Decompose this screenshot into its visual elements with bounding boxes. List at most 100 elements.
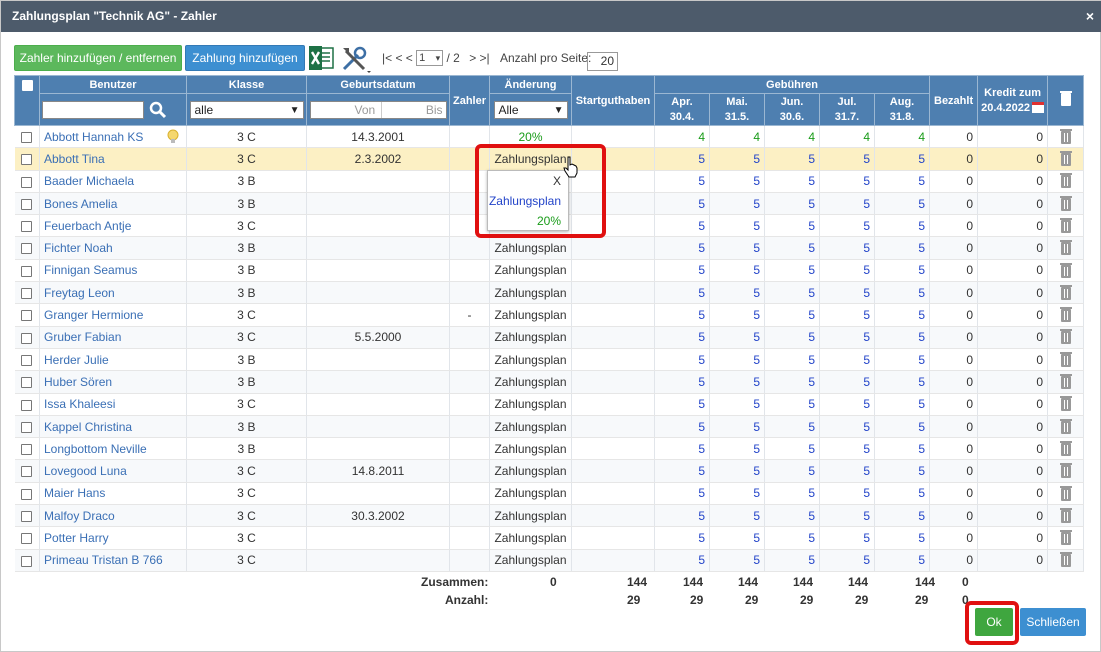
fee-cell[interactable]: 5 bbox=[819, 147, 875, 171]
fee-cell[interactable]: 5 bbox=[874, 192, 931, 216]
fee-cell[interactable]: 5 bbox=[874, 348, 931, 372]
row-checkbox[interactable] bbox=[21, 265, 33, 277]
search-icon[interactable] bbox=[149, 101, 167, 119]
trash-icon[interactable] bbox=[1059, 507, 1072, 523]
fee-cell[interactable]: 4 bbox=[709, 125, 765, 149]
select-all-checkbox[interactable] bbox=[21, 80, 33, 91]
row-checkbox[interactable] bbox=[21, 488, 33, 500]
fee-cell[interactable]: 5 bbox=[764, 192, 820, 216]
aenderung-cell[interactable]: Zahlungsplan bbox=[489, 393, 572, 416]
fee-cell[interactable]: 5 bbox=[874, 147, 931, 171]
fee-cell[interactable]: 5 bbox=[874, 326, 931, 349]
table-row[interactable]: Fichter Noah 3 B Zahlungsplan 5 5 5 5 5 0 0 bbox=[14, 236, 1085, 260]
fee-cell[interactable]: 5 bbox=[874, 370, 931, 394]
fee-cell[interactable]: 5 bbox=[819, 259, 875, 283]
table-row[interactable]: Malfoy Draco 3 C 30.3.2002 Zahlungsplan 5 5 5 5… bbox=[14, 504, 1085, 528]
fee-cell[interactable]: 4 bbox=[874, 125, 931, 149]
table-row[interactable]: Freytag Leon 3 B Zahlungsplan 5 5 5 5 5 0 0 bbox=[14, 281, 1085, 305]
row-checkbox[interactable] bbox=[21, 533, 33, 545]
col-kredit[interactable]: Kredit zum 20.4.2022 bbox=[977, 75, 1049, 126]
fee-cell[interactable]: 5 bbox=[819, 326, 875, 349]
fee-cell[interactable]: 5 bbox=[874, 236, 931, 260]
fee-cell[interactable]: 5 bbox=[819, 370, 875, 394]
fee-cell[interactable]: 5 bbox=[764, 415, 820, 439]
fee-cell[interactable]: 5 bbox=[764, 147, 820, 171]
trash-icon[interactable] bbox=[1059, 151, 1072, 167]
table-row[interactable]: Gruber Fabian 3 C 5.5.2000 Zahlungsplan 5 5 5 5… bbox=[14, 326, 1085, 349]
user-name-link[interactable]: Huber Sören bbox=[39, 370, 187, 394]
fee-cell[interactable]: 5 bbox=[764, 437, 820, 461]
fee-cell[interactable]: 5 bbox=[764, 482, 820, 506]
aenderung-cell[interactable]: Zahlungsplan bbox=[489, 526, 572, 550]
fee-cell[interactable]: 5 bbox=[654, 348, 710, 372]
fee-cell[interactable]: 5 bbox=[764, 459, 820, 483]
fee-cell[interactable]: 5 bbox=[764, 281, 820, 305]
aenderung-cell[interactable]: Zahlungsplan bbox=[489, 236, 572, 260]
fee-cell[interactable]: 5 bbox=[654, 192, 710, 216]
fee-cell[interactable]: 5 bbox=[874, 526, 931, 550]
trash-icon[interactable] bbox=[1059, 440, 1072, 456]
fee-cell[interactable]: 5 bbox=[709, 415, 765, 439]
fee-cell[interactable]: 5 bbox=[709, 147, 765, 171]
fee-cell[interactable]: 5 bbox=[709, 370, 765, 394]
fee-cell[interactable]: 5 bbox=[709, 482, 765, 506]
aenderung-cell[interactable]: Zahlungsplan bbox=[489, 504, 572, 528]
user-name-link[interactable]: Primeau Tristan B 766 bbox=[39, 549, 187, 572]
fee-cell[interactable]: 5 bbox=[654, 303, 710, 327]
aenderung-cell[interactable]: Zahlungsplan bbox=[489, 259, 572, 283]
add-payment-button[interactable]: Zahlung hinzufügen bbox=[185, 45, 305, 71]
trash-icon[interactable] bbox=[1059, 218, 1072, 233]
fee-cell[interactable]: 5 bbox=[709, 170, 765, 193]
fee-cell[interactable]: 5 bbox=[709, 459, 765, 483]
fee-cell[interactable]: 5 bbox=[874, 415, 931, 439]
fee-cell[interactable]: 5 bbox=[654, 236, 710, 260]
user-name-link[interactable]: Fichter Noah bbox=[39, 236, 187, 260]
fee-cell[interactable]: 5 bbox=[654, 482, 710, 506]
table-row[interactable]: Longbottom Neville 3 B Zahlungsplan 5 5 5 5 5 0 0 bbox=[14, 437, 1085, 461]
trash-icon[interactable] bbox=[1059, 307, 1072, 323]
fee-cell[interactable]: 5 bbox=[764, 370, 820, 394]
user-name-link[interactable]: Freytag Leon bbox=[39, 281, 187, 305]
row-checkbox[interactable] bbox=[21, 377, 33, 389]
fee-cell[interactable]: 5 bbox=[764, 236, 820, 260]
fee-cell[interactable]: 5 bbox=[874, 504, 931, 528]
date-range-filter[interactable]: Von Bis bbox=[309, 100, 447, 119]
trash-icon[interactable] bbox=[1059, 262, 1072, 278]
close-icon[interactable]: × bbox=[1086, 1, 1094, 32]
fee-cell[interactable]: 5 bbox=[709, 236, 765, 260]
aenderung-cell[interactable]: Zahlungsplan bbox=[489, 415, 572, 439]
add-remove-payer-button[interactable]: Zahler hinzufügen / entfernen bbox=[14, 45, 182, 71]
fee-cell[interactable]: 4 bbox=[764, 125, 820, 149]
fee-cell[interactable]: 5 bbox=[709, 526, 765, 550]
trash-icon[interactable] bbox=[1059, 240, 1072, 256]
row-checkbox[interactable] bbox=[21, 444, 33, 456]
aenderung-cell[interactable]: Zahlungsplan bbox=[489, 549, 572, 572]
fee-cell[interactable]: 5 bbox=[874, 549, 931, 572]
trash-icon[interactable] bbox=[1059, 374, 1072, 390]
calendar-icon[interactable] bbox=[1032, 102, 1045, 114]
trash-icon[interactable] bbox=[1059, 329, 1072, 345]
user-name-link[interactable]: Gruber Fabian bbox=[39, 326, 187, 349]
table-row[interactable]: Herder Julie 3 B Zahlungsplan 5 5 5 5 5 0 0 bbox=[14, 348, 1085, 372]
user-name-link[interactable]: Abbott Tina bbox=[39, 147, 187, 171]
fee-cell[interactable]: 5 bbox=[764, 504, 820, 528]
aenderung-cell[interactable]: Zahlungsplan bbox=[489, 326, 572, 349]
table-row[interactable]: Maier Hans 3 C Zahlungsplan 5 5 5 5 5 0 0 bbox=[14, 482, 1085, 506]
fee-cell[interactable]: 5 bbox=[874, 259, 931, 283]
row-checkbox[interactable] bbox=[21, 243, 33, 255]
fee-cell[interactable]: 5 bbox=[654, 437, 710, 461]
aenderung-cell[interactable]: Zahlungsplan bbox=[489, 303, 572, 327]
fee-cell[interactable]: 5 bbox=[819, 482, 875, 506]
fee-cell[interactable]: 5 bbox=[709, 259, 765, 283]
row-checkbox[interactable] bbox=[21, 288, 33, 300]
aenderung-cell[interactable]: Zahlungsplan bbox=[489, 437, 572, 461]
benutzer-search-input[interactable] bbox=[42, 100, 144, 119]
fee-cell[interactable]: 5 bbox=[709, 437, 765, 461]
fee-cell[interactable]: 5 bbox=[654, 281, 710, 305]
user-name-link[interactable]: Baader Michaela bbox=[39, 170, 187, 193]
fee-cell[interactable]: 5 bbox=[819, 303, 875, 327]
trash-icon[interactable] bbox=[1059, 485, 1072, 501]
fee-cell[interactable]: 5 bbox=[819, 393, 875, 416]
fee-cell[interactable]: 5 bbox=[819, 459, 875, 483]
user-name-link[interactable]: Potter Harry bbox=[39, 526, 187, 550]
